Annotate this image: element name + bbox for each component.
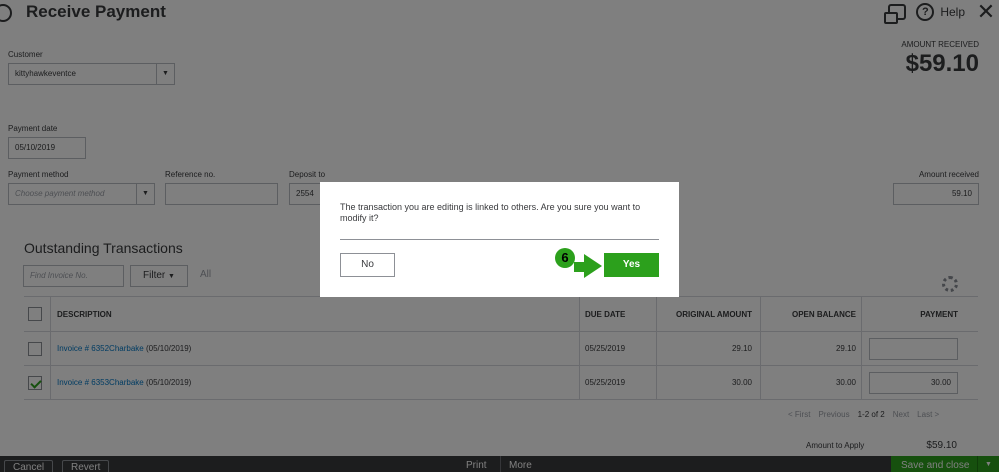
confirm-dialog: The transaction you are editing is linke… <box>320 182 679 297</box>
no-button[interactable]: No <box>340 253 395 277</box>
dialog-message: The transaction you are editing is linke… <box>340 202 641 223</box>
yes-button[interactable]: Yes <box>604 253 659 277</box>
step-arrow-icon <box>574 254 602 278</box>
dialog-divider <box>340 239 659 240</box>
